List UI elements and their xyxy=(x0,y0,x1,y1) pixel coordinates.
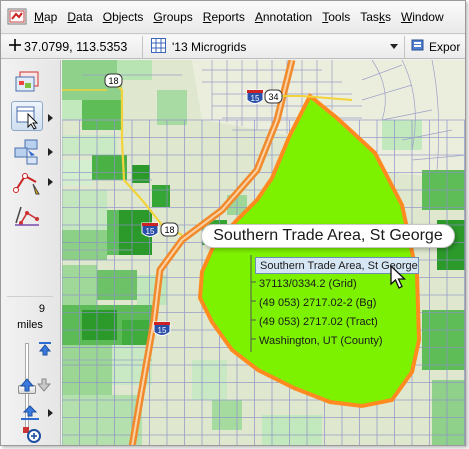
export-label: Expor xyxy=(429,39,461,54)
divider xyxy=(7,296,53,297)
zoom-in-arrow-icon[interactable] xyxy=(38,342,52,359)
interstate-15-shield: 15 xyxy=(141,222,159,237)
trade-area-label: Southern Trade Area, St George xyxy=(201,224,455,248)
route-18-shield: 18 xyxy=(160,222,179,237)
svg-text:34: 34 xyxy=(268,92,278,102)
route-18-shield: 18 xyxy=(104,73,123,88)
layer-selector[interactable]: '13 Microgrids xyxy=(143,35,405,58)
map-canvas[interactable]: 18 15 34 15 18 15 Southern Trade Area, S… xyxy=(62,60,466,446)
menu-objects[interactable]: Objects xyxy=(98,1,149,34)
menu-annotation[interactable]: Annotation xyxy=(250,1,317,34)
menu-window[interactable]: Window xyxy=(396,1,449,34)
pan-up-icon[interactable] xyxy=(19,378,35,395)
svg-text:18: 18 xyxy=(164,225,174,235)
pan-down-icon[interactable] xyxy=(36,378,52,395)
map-graphics[interactable]: 18 15 34 15 18 15 xyxy=(62,60,466,446)
svg-text:15: 15 xyxy=(158,326,167,335)
magnifier-icon[interactable] xyxy=(23,427,43,445)
trade-area-label-text: Southern Trade Area, St George xyxy=(213,227,443,244)
svg-text:15: 15 xyxy=(146,227,155,236)
info-select-tool[interactable] xyxy=(11,101,43,131)
svg-text:18: 18 xyxy=(108,76,118,86)
crosshair-icon xyxy=(9,39,21,54)
app-icon[interactable] xyxy=(7,7,29,27)
grid-layer-icon xyxy=(151,37,166,56)
zoom-unit: miles xyxy=(17,319,43,331)
interstate-15-shield: 15 xyxy=(153,321,171,336)
route-34-shield: 34 xyxy=(264,89,283,104)
application-window: Map Data Objects Groups Reports Annotati… xyxy=(0,0,466,446)
map-layers-tool[interactable] xyxy=(11,68,43,98)
toolbar: 37.0799, 113.5353 '13 Microgrids Expor xyxy=(1,35,465,59)
coordinate-readout: 37.0799, 113.5353 xyxy=(1,35,143,58)
popup-row-county[interactable]: Washington, UT (County) xyxy=(255,333,383,350)
menu-tools[interactable]: Tools xyxy=(317,1,355,34)
coordinate-text: 37.0799, 113.5353 xyxy=(24,39,128,54)
chevron-down-icon[interactable] xyxy=(390,44,398,49)
tool-palette: 9 miles xyxy=(1,60,61,445)
menu-reports[interactable]: Reports xyxy=(198,1,250,34)
chevron-right-icon[interactable] xyxy=(48,114,53,122)
svg-text:15: 15 xyxy=(251,94,260,103)
chevron-right-icon[interactable] xyxy=(48,178,53,186)
layer-name: '13 Microgrids xyxy=(172,39,247,54)
chevron-right-icon[interactable] xyxy=(48,409,53,417)
menu-groups[interactable]: Groups xyxy=(148,1,197,34)
export-button[interactable]: Expor xyxy=(405,36,460,58)
menu-bar: Map Data Objects Groups Reports Annotati… xyxy=(1,1,465,34)
popup-row-tract[interactable]: (49 053) 2717.02 (Tract) xyxy=(255,314,378,331)
popup-row-block-group[interactable]: (49 053) 2717.02-2 (Bg) xyxy=(255,295,376,312)
popup-row-grid[interactable]: 37113/0334.2 (Grid) xyxy=(255,276,357,293)
chevron-right-icon[interactable] xyxy=(48,148,53,156)
zoom-value: 9 xyxy=(38,303,45,315)
draw-polygon-tool[interactable] xyxy=(11,168,43,198)
interstate-15-shield: 15 xyxy=(246,89,264,104)
menu-tasks[interactable]: Tasks xyxy=(355,1,396,34)
menu-data[interactable]: Data xyxy=(62,1,97,34)
measure-tool[interactable] xyxy=(11,199,43,229)
selection-tool[interactable] xyxy=(11,137,43,167)
zoom-to-layer-icon[interactable] xyxy=(20,405,40,424)
menu-map[interactable]: Map xyxy=(29,1,62,34)
export-icon xyxy=(411,38,425,55)
